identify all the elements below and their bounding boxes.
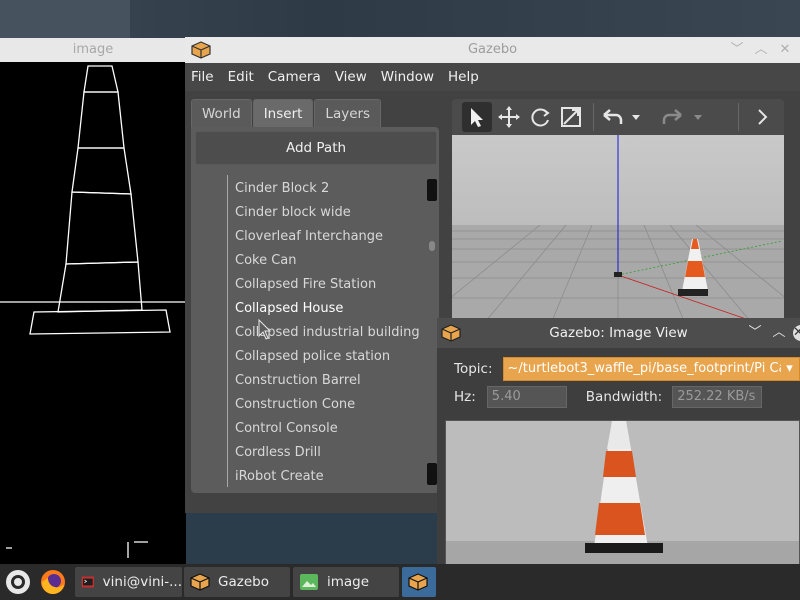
gazebo-titlebar[interactable]: Gazebo ﹀ ︿ ✕ bbox=[185, 37, 800, 63]
list-item[interactable]: Cinder block wide bbox=[235, 201, 351, 225]
desktop-panel-shade bbox=[0, 0, 130, 38]
list-item[interactable]: Collapsed police station bbox=[235, 345, 390, 369]
close-icon[interactable]: ✕ bbox=[777, 42, 793, 58]
rotate-icon[interactable] bbox=[525, 102, 555, 132]
image-window[interactable]: image bbox=[0, 38, 186, 566]
gazebo-window-title: Gazebo bbox=[467, 42, 518, 57]
app-launcher-icon[interactable] bbox=[4, 568, 32, 596]
image-view-titlebar[interactable]: Gazebo: Image View ﹀ ︿ ✕ bbox=[437, 318, 800, 348]
bandwidth-field: 252.22 KB/s bbox=[672, 386, 763, 408]
scale-icon[interactable] bbox=[556, 102, 586, 132]
tree-guide-line bbox=[227, 175, 228, 487]
image-viewer-icon bbox=[300, 574, 318, 590]
image-view-title: Gazebo: Image View bbox=[549, 325, 688, 341]
hz-label: Hz: bbox=[454, 389, 476, 405]
toolbar-divider bbox=[738, 103, 739, 131]
stats-row: Hz: 5.40 Bandwidth: 252.22 KB/s bbox=[437, 384, 763, 410]
list-item[interactable]: Collapsed Fire Station bbox=[235, 273, 376, 297]
list-item-highlighted[interactable]: Collapsed House bbox=[235, 297, 343, 321]
model-tree: Cinder Block 2 Cinder block wide Cloverl… bbox=[191, 175, 427, 487]
image-view-window[interactable]: Gazebo: Image View ﹀ ︿ ✕ Topic: ~/turtle… bbox=[437, 318, 800, 600]
menu-bar: File Edit Camera View Window Help bbox=[185, 63, 800, 91]
minimize-icon[interactable]: ﹀ bbox=[747, 325, 763, 341]
firefox-icon[interactable] bbox=[38, 568, 68, 596]
image-window-title: image bbox=[0, 38, 186, 62]
list-item[interactable]: Control Console bbox=[235, 417, 338, 441]
maximize-icon[interactable]: ︿ bbox=[771, 325, 787, 341]
insert-panel: Add Path Cinder Block 2 Cinder block wid… bbox=[191, 127, 439, 493]
hz-field: 5.40 bbox=[486, 386, 567, 408]
taskbar-item-gazebo-active[interactable] bbox=[402, 567, 436, 597]
3d-scene[interactable] bbox=[452, 135, 784, 321]
taskbar: vini@vini-... Gazebo image bbox=[0, 564, 800, 600]
translate-icon[interactable] bbox=[494, 102, 524, 132]
topic-row: Topic: ~/turtlebot3_waffle_pi/base_footp… bbox=[437, 356, 800, 382]
list-item[interactable]: Cordless Drill bbox=[235, 441, 321, 465]
scene-viewport[interactable] bbox=[452, 99, 784, 321]
list-item[interactable]: Construction Barrel bbox=[235, 369, 361, 393]
edge-image bbox=[0, 65, 186, 558]
taskbar-item-label: image bbox=[327, 574, 370, 590]
taskbar-item-terminal[interactable]: vini@vini-... bbox=[75, 567, 182, 597]
list-item[interactable]: iRobot Create bbox=[235, 465, 324, 487]
scrollbar-thumb[interactable] bbox=[429, 241, 435, 251]
more-chevron-icon[interactable] bbox=[747, 102, 777, 132]
undo-icon[interactable] bbox=[597, 102, 627, 132]
topic-label: Topic: bbox=[454, 361, 493, 377]
chevron-down-icon: ▾ bbox=[780, 358, 799, 380]
menu-view[interactable]: View bbox=[335, 69, 367, 85]
list-item[interactable]: Coke Can bbox=[235, 249, 297, 273]
menu-file[interactable]: File bbox=[191, 69, 214, 85]
mouse-cursor-icon bbox=[258, 319, 272, 340]
gazebo-icon bbox=[408, 573, 428, 591]
minimize-icon[interactable]: ﹀ bbox=[729, 42, 745, 58]
tree-scrollbar[interactable] bbox=[427, 177, 437, 487]
taskbar-item-label: vini@vini-... bbox=[102, 574, 182, 590]
list-item[interactable]: Construction Cone bbox=[235, 393, 355, 417]
list-item[interactable]: Cloverleaf Interchange bbox=[235, 225, 383, 249]
menu-camera[interactable]: Camera bbox=[268, 69, 321, 85]
menu-help[interactable]: Help bbox=[448, 69, 479, 85]
tab-layers[interactable]: Layers bbox=[314, 99, 382, 127]
scrollbar-handle-top[interactable] bbox=[427, 179, 437, 201]
redo-dropdown-icon[interactable] bbox=[690, 102, 706, 132]
taskbar-item-gazebo[interactable]: Gazebo bbox=[184, 567, 290, 597]
maximize-icon[interactable]: ︿ bbox=[753, 42, 769, 58]
menu-edit[interactable]: Edit bbox=[228, 69, 254, 85]
gazebo-icon bbox=[190, 573, 210, 591]
terminal-icon bbox=[81, 576, 94, 588]
panel-tabs: World Insert Layers bbox=[191, 99, 441, 127]
menu-window[interactable]: Window bbox=[381, 69, 434, 85]
taskbar-item-label: Gazebo bbox=[218, 574, 269, 590]
scrollbar-handle-bottom[interactable] bbox=[427, 463, 437, 485]
topic-value: ~/turtlebot3_waffle_pi/base_footprint/Pi… bbox=[507, 361, 800, 376]
toolbar-divider bbox=[593, 103, 594, 131]
tab-insert[interactable]: Insert bbox=[252, 99, 314, 127]
tab-world[interactable]: World bbox=[191, 99, 252, 127]
taskbar-item-image[interactable]: image bbox=[293, 567, 399, 597]
bandwidth-label: Bandwidth: bbox=[585, 389, 663, 405]
undo-dropdown-icon[interactable] bbox=[628, 102, 644, 132]
redo-icon[interactable] bbox=[658, 102, 688, 132]
add-path-button[interactable]: Add Path bbox=[195, 131, 437, 165]
list-item[interactable]: Cinder Block 2 bbox=[235, 177, 329, 201]
viewport-toolbar bbox=[452, 99, 784, 135]
topic-select[interactable]: ~/turtlebot3_waffle_pi/base_footprint/Pi… bbox=[502, 357, 800, 381]
desktop-background bbox=[0, 0, 800, 38]
select-arrow-icon[interactable] bbox=[462, 102, 492, 132]
left-panel: World Insert Layers Add Path Cinder Bloc… bbox=[191, 99, 441, 495]
